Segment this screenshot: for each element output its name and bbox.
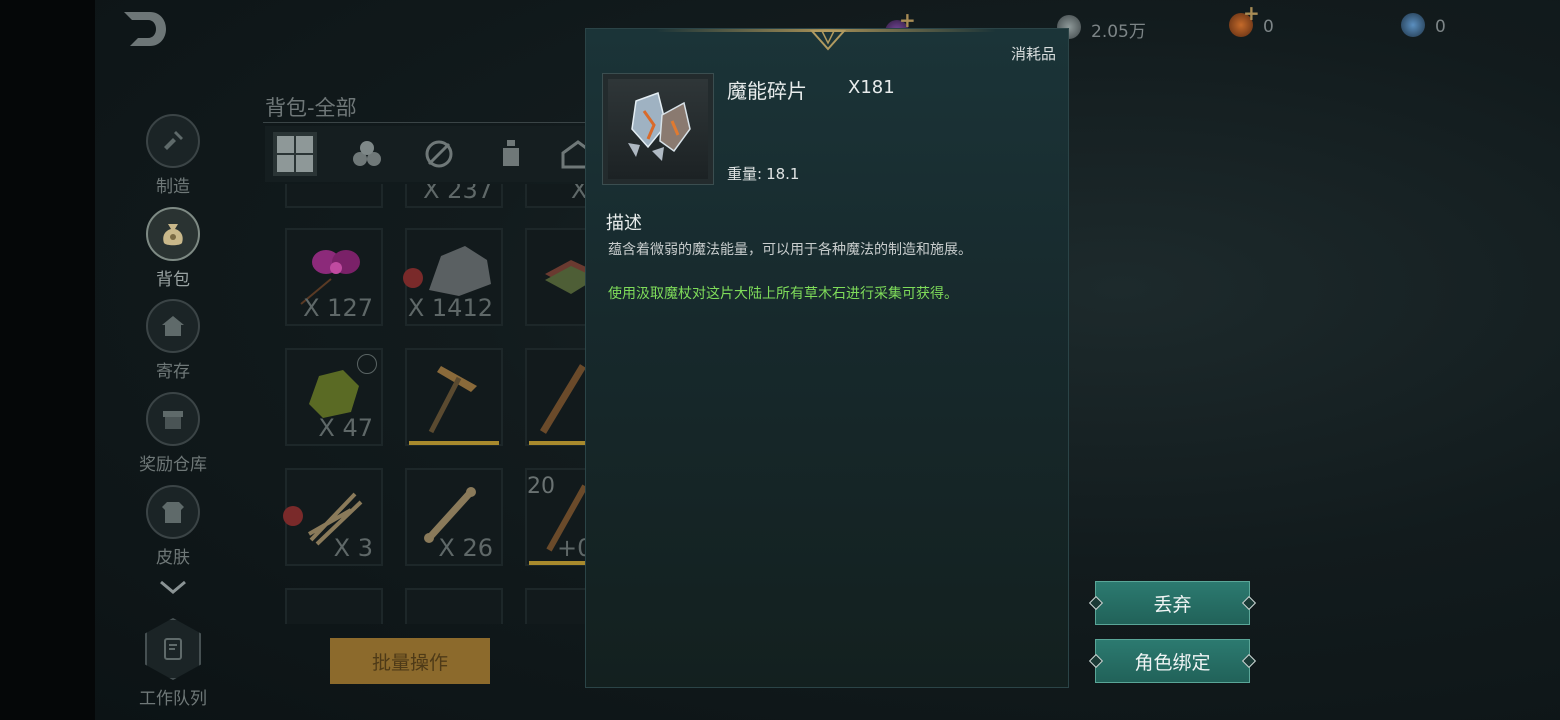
character-bind-button[interactable]: 角色绑定	[1088, 639, 1257, 683]
sidebar-item-label: 制造	[156, 177, 190, 197]
sidebar-item-bag[interactable]: 背包	[120, 207, 226, 290]
back-button[interactable]	[120, 10, 170, 48]
currency-value: 0	[1435, 17, 1446, 37]
clipboard-icon	[145, 618, 201, 680]
sidebar-item-craft[interactable]: 制造	[120, 114, 226, 197]
plus-icon: +	[1243, 0, 1260, 25]
bind-label: 角色绑定	[1134, 651, 1211, 674]
item-qty: X 237	[423, 184, 493, 204]
item-slot[interactable]: X 47	[285, 348, 383, 446]
item-type-label: 消耗品	[1010, 45, 1056, 63]
left-letterbox	[0, 0, 95, 720]
item-count: X181	[848, 77, 895, 98]
tab-all[interactable]	[273, 132, 317, 176]
tab-materials[interactable]	[345, 132, 389, 176]
work-queue-button[interactable]: 工作队列	[120, 618, 226, 709]
sidebar-item-label: 奖励仓库	[139, 455, 207, 475]
grid-all-icon	[277, 136, 313, 172]
item-qty: X 1412	[407, 294, 493, 322]
sidebar-item-storage[interactable]: 寄存	[120, 299, 226, 382]
item-slot[interactable]: X 127	[285, 228, 383, 326]
discard-label: 丢弃	[1153, 593, 1192, 616]
reward-shop-icon	[146, 392, 200, 446]
item-slot[interactable]: X 3	[283, 468, 383, 566]
item-name: 魔能碎片	[727, 79, 807, 103]
gear-badge-icon	[283, 506, 303, 526]
item-qty: X 47	[318, 414, 373, 442]
tab-consumables[interactable]	[489, 132, 533, 176]
description-title: 描述	[606, 213, 642, 234]
acquisition-text: 使用汲取魔杖对这片大陆上所有草木石进行采集可获得。	[608, 286, 958, 302]
crafting-icon	[146, 114, 200, 168]
bronze-medal-icon: +	[1229, 1, 1260, 37]
currency-value: 0	[1263, 17, 1274, 37]
ornament-icon	[809, 30, 847, 51]
item-qty: X 3	[333, 534, 373, 562]
magic-crystal-shard-icon	[628, 92, 691, 161]
durability-bar	[409, 441, 499, 445]
item-slot[interactable]: X 1412	[403, 228, 503, 326]
currency-silver[interactable]: 2.05万	[1057, 12, 1146, 42]
pickaxe-icon	[428, 366, 477, 434]
item-slot[interactable]	[405, 348, 503, 446]
weight-label: 重量:	[727, 165, 763, 183]
item-icon-frame	[602, 73, 714, 185]
sidebar-item-label: 皮肤	[156, 548, 190, 568]
bag-tabs	[265, 126, 595, 182]
item-detail-panel: 消耗品 魔能碎片 X181 重量: 18.1 描述 蕴含着微弱的魔法能量，可以用于…	[585, 28, 1069, 688]
back-arrow-icon	[124, 12, 166, 46]
sidebar-item-label: 寄存	[156, 362, 190, 382]
skin-armor-icon	[146, 485, 200, 539]
club-weapon-icon	[540, 364, 586, 434]
blue-orb-icon	[1401, 12, 1425, 37]
item-slot[interactable]	[285, 184, 383, 208]
logs-icon	[353, 141, 381, 166]
currency-bronze[interactable]: + 0	[1229, 1, 1274, 37]
item-slot[interactable]	[405, 588, 503, 624]
divider	[263, 122, 593, 123]
potion-icon	[503, 140, 519, 166]
item-qty: X 26	[438, 534, 493, 562]
batch-operation-button[interactable]: 批量操作	[330, 638, 490, 684]
sidebar-expand-button[interactable]	[120, 578, 226, 602]
bag-grid: X 237 X X 127 X 1412 X 47 X 3 X 26 20 +0	[265, 184, 595, 624]
stone-ore-icon	[429, 246, 491, 296]
tab-weapons[interactable]	[417, 132, 461, 176]
sword-crossed-icon	[425, 140, 453, 168]
item-slot[interactable]: X 237	[405, 184, 503, 208]
chevron-down-icon	[160, 580, 186, 594]
bag-title: 背包-全部	[265, 96, 357, 120]
weight-value: 18.1	[766, 165, 800, 183]
item-slot[interactable]: X 26	[405, 468, 503, 566]
currency-value: 2.05万	[1091, 22, 1146, 42]
currency-blue[interactable]: 0	[1401, 12, 1446, 37]
item-weight: 重量: 18.1	[727, 163, 799, 184]
sidebar-item-label: 背包	[156, 270, 190, 290]
work-queue-label: 工作队列	[139, 689, 207, 709]
discard-button[interactable]: 丢弃	[1088, 581, 1257, 625]
item-slot[interactable]	[285, 588, 383, 624]
item-qty: X 127	[303, 294, 373, 322]
sidebar-item-skin[interactable]: 皮肤	[120, 485, 226, 568]
storage-house-icon	[146, 299, 200, 353]
sidebar-item-reward[interactable]: 奖励仓库	[120, 392, 226, 475]
description-text: 蕴含着微弱的魔法能量，可以用于各种魔法的制造和施展。	[608, 242, 972, 258]
bag-icon	[146, 207, 200, 261]
